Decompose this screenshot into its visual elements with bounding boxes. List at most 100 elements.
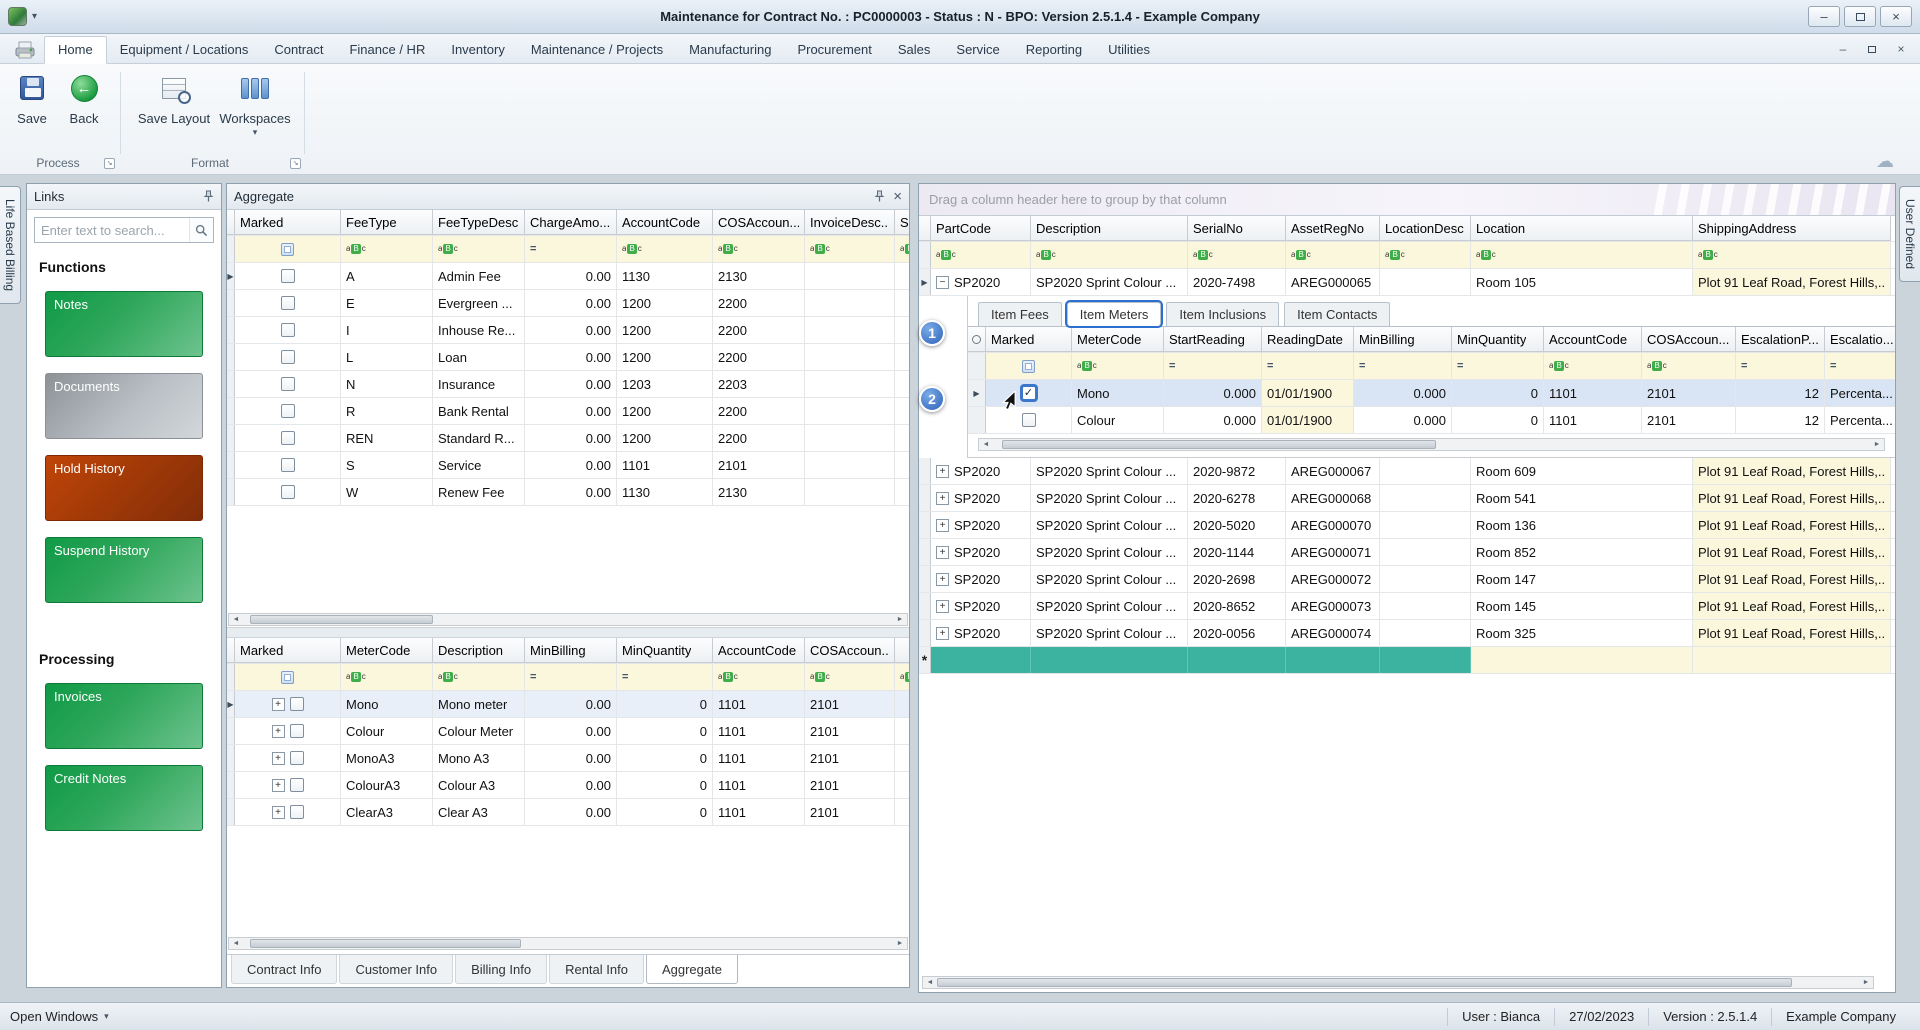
expand-button[interactable]: + xyxy=(272,725,285,738)
scroll-left-arrow[interactable]: ◄ xyxy=(923,977,937,988)
quick-access-dropdown-icon[interactable]: ▾ xyxy=(32,11,37,22)
expand-button[interactable]: + xyxy=(272,752,285,765)
application-menu-button[interactable] xyxy=(6,36,44,63)
filter-cell-startReading[interactable]: = xyxy=(1164,353,1262,379)
maximize-button[interactable] xyxy=(1844,6,1876,27)
workspaces-dropdown-icon[interactable]: ▾ xyxy=(214,127,296,138)
item-row[interactable]: +SP2020SP2020 Sprint Colour ...2020-5020… xyxy=(919,512,1895,539)
item-row[interactable]: +SP2020SP2020 Sprint Colour ...2020-9872… xyxy=(919,458,1895,485)
filter-cell-minQuantity[interactable]: = xyxy=(617,664,713,690)
append-cell-partCode[interactable] xyxy=(931,647,1031,673)
back-button[interactable]: ← Back xyxy=(58,70,110,126)
fee-row[interactable]: LLoan0.0012002200 xyxy=(227,344,909,371)
bottom-tab-aggregate[interactable]: Aggregate xyxy=(646,955,738,984)
app-icon[interactable] xyxy=(8,7,27,26)
expand-button[interactable]: + xyxy=(272,698,285,711)
link-button-hold-history[interactable]: Hold History xyxy=(45,455,203,521)
column-header-accountCode[interactable]: AccountCode xyxy=(1544,327,1642,352)
meter-row[interactable]: ▶+MonoMono meter0.00011012101 xyxy=(227,691,909,718)
column-header-serialNo[interactable]: SerialNo xyxy=(1188,216,1286,241)
link-button-invoices[interactable]: Invoices xyxy=(45,683,203,749)
row-checkbox[interactable] xyxy=(281,431,295,445)
filter-cell-chargeAmount[interactable]: = xyxy=(525,236,617,262)
fee-row[interactable]: ▶AAdmin Fee0.0011302130 xyxy=(227,263,909,290)
filter-cell-extra[interactable]: aBc xyxy=(895,664,909,690)
expand-button[interactable]: + xyxy=(272,779,285,792)
append-cell-location[interactable] xyxy=(1471,647,1693,673)
close-icon[interactable]: × xyxy=(893,189,902,204)
ribbon-tab-manufacturing[interactable]: Manufacturing xyxy=(676,37,784,63)
fee-row[interactable]: EEvergreen ...0.0012002200 xyxy=(227,290,909,317)
column-header-extra[interactable] xyxy=(895,638,909,663)
scroll-thumb[interactable] xyxy=(250,615,433,624)
open-windows-button[interactable]: Open Windows ▾ xyxy=(10,1009,109,1024)
child-minimize-button[interactable]: – xyxy=(1830,40,1856,58)
scroll-right-arrow[interactable]: ► xyxy=(1870,439,1884,450)
row-checkbox[interactable] xyxy=(281,323,295,337)
scroll-thumb[interactable] xyxy=(250,939,521,948)
expand-button[interactable]: + xyxy=(936,465,949,478)
close-button[interactable]: × xyxy=(1880,6,1912,27)
filter-cell-cosAccount[interactable]: aBc xyxy=(805,664,895,690)
filter-cell-accountCode[interactable]: aBc xyxy=(1544,353,1642,379)
meter-row[interactable]: +ColourColour Meter0.00011012101 xyxy=(227,718,909,745)
filter-cell-escalation[interactable]: = xyxy=(1825,353,1895,379)
column-header-chargeAmount[interactable]: ChargeAmo... xyxy=(525,210,617,235)
ribbon-tab-utilities[interactable]: Utilities xyxy=(1095,37,1163,63)
column-header-meterCode[interactable]: MeterCode xyxy=(1072,327,1164,352)
column-header-escalationPeriod[interactable]: EscalationP... xyxy=(1736,327,1825,352)
item-row[interactable]: +SP2020SP2020 Sprint Colour ...2020-2698… xyxy=(919,566,1895,593)
ribbon-tab-inventory[interactable]: Inventory xyxy=(438,37,517,63)
ribbon-tab-reporting[interactable]: Reporting xyxy=(1013,37,1095,63)
scroll-right-arrow[interactable]: ► xyxy=(893,614,907,625)
column-header-partCode[interactable]: PartCode xyxy=(931,216,1031,241)
filter-cell-accountCode[interactable]: aBc xyxy=(713,664,805,690)
bottom-tab-contract-info[interactable]: Contract Info xyxy=(231,955,337,984)
column-header-location[interactable]: Location xyxy=(1471,216,1693,241)
column-header-marked[interactable]: Marked xyxy=(235,638,341,663)
column-header-cosAccount[interactable]: COSAccoun... xyxy=(1642,327,1736,352)
detail-tab-item-inclusions[interactable]: Item Inclusions xyxy=(1166,302,1279,326)
row-checkbox[interactable] xyxy=(290,751,304,765)
column-header-description[interactable]: Description xyxy=(1031,216,1188,241)
links-search-input[interactable] xyxy=(35,218,189,242)
filter-cell-feeTypeDesc[interactable]: aBc xyxy=(433,236,525,262)
filter-cell-locationDesc[interactable]: aBc xyxy=(1380,242,1471,268)
expand-button[interactable]: + xyxy=(936,627,949,640)
fee-row[interactable]: IInhouse Re...0.0012002200 xyxy=(227,317,909,344)
detail-row[interactable]: ▶✓Mono0.00001/01/19000.00001101210112Per… xyxy=(968,380,1895,407)
minimize-button[interactable]: – xyxy=(1808,6,1840,27)
column-header-feeType[interactable]: FeeType xyxy=(341,210,433,235)
fee-row[interactable]: RBank Rental0.0012002200 xyxy=(227,398,909,425)
filter-cell-description[interactable]: aBc xyxy=(1031,242,1188,268)
column-header-minBilling[interactable]: MinBilling xyxy=(1354,327,1452,352)
append-cell-assetRegNo[interactable] xyxy=(1286,647,1380,673)
ribbon-tab-equipment-locations[interactable]: Equipment / Locations xyxy=(107,37,262,63)
row-checkbox[interactable] xyxy=(290,724,304,738)
process-group-launcher[interactable]: ↘ xyxy=(104,158,115,169)
ribbon-tab-service[interactable]: Service xyxy=(943,37,1012,63)
column-header-feeTypeDesc[interactable]: FeeTypeDesc xyxy=(433,210,525,235)
column-header-readingDate[interactable]: ReadingDate xyxy=(1262,327,1354,352)
append-cell-locationDesc[interactable] xyxy=(1380,647,1471,673)
filter-cell-invoiceDesc[interactable]: aBc xyxy=(805,236,895,262)
row-checkbox[interactable] xyxy=(290,697,304,711)
filter-cell-marked[interactable] xyxy=(235,236,341,262)
column-header-description[interactable]: Description xyxy=(433,638,525,663)
filter-cell-feeType[interactable]: aBc xyxy=(341,236,433,262)
meter-row[interactable]: +MonoA3Mono A30.00011012101 xyxy=(227,745,909,772)
expand-button[interactable]: + xyxy=(936,600,949,613)
bottom-tab-billing-info[interactable]: Billing Info xyxy=(455,955,547,984)
bottom-tab-customer-info[interactable]: Customer Info xyxy=(339,955,453,984)
expand-button[interactable]: + xyxy=(272,806,285,819)
filter-cell-shippingAddress[interactable]: aBc xyxy=(1693,242,1891,268)
detail-h-scrollbar[interactable]: ◄► xyxy=(978,438,1885,451)
filter-cell-description[interactable]: aBc xyxy=(433,664,525,690)
ribbon-tab-procurement[interactable]: Procurement xyxy=(784,37,884,63)
item-row[interactable]: +SP2020SP2020 Sprint Colour ...2020-1144… xyxy=(919,539,1895,566)
fee-row[interactable]: RENStandard R...0.0012002200 xyxy=(227,425,909,452)
grid-splitter[interactable] xyxy=(227,627,909,638)
column-header-accountCode[interactable]: AccountCode xyxy=(617,210,713,235)
detail-tab-item-fees[interactable]: Item Fees xyxy=(978,302,1062,326)
format-group-launcher[interactable]: ↘ xyxy=(290,158,301,169)
